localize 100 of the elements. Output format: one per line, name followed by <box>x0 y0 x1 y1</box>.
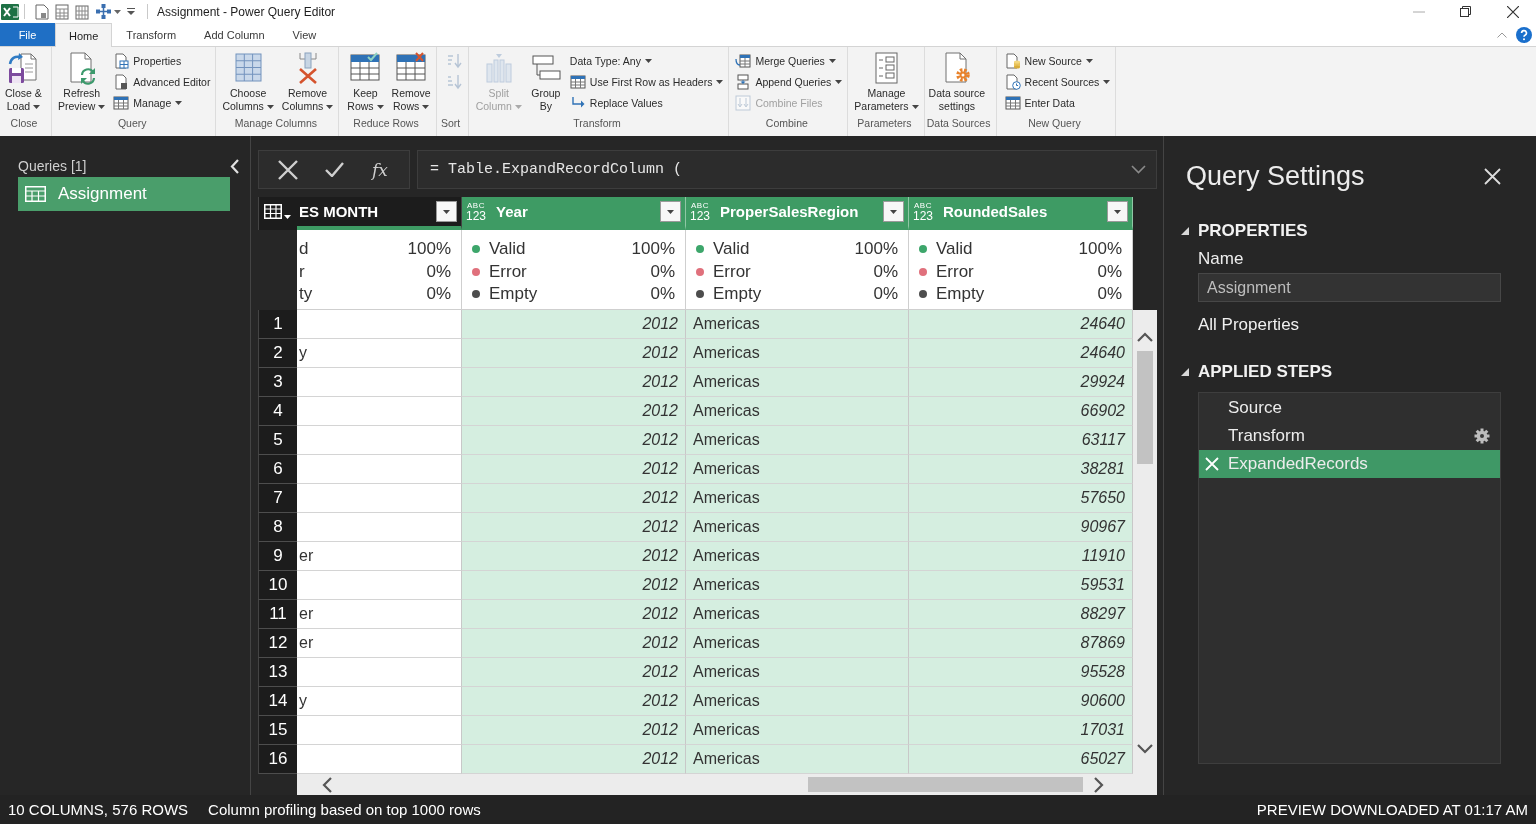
ribbon-button[interactable]: Keep Rows <box>345 50 386 113</box>
filter-button[interactable] <box>660 201 681 222</box>
expanded-triangle-icon[interactable] <box>1181 368 1189 376</box>
table-cell: 95528 <box>909 658 1133 687</box>
ribbon-button[interactable]: Recent Sources <box>1002 71 1113 92</box>
document-clock-icon <box>1004 73 1021 90</box>
table-cell: y <box>297 687 462 716</box>
ribbon-tab[interactable]: Home <box>55 23 113 47</box>
step-item[interactable]: Transform <box>1199 422 1500 450</box>
table-cell: 2012 <box>462 571 686 600</box>
ribbon-button[interactable]: Close & Load <box>3 50 44 113</box>
ribbon-button[interactable]: Data source settings <box>926 50 988 113</box>
ribbon-tab[interactable]: File <box>0 23 55 46</box>
ribbon-button[interactable]: Remove Rows <box>389 50 433 113</box>
scroll-right-icon[interactable] <box>1094 776 1104 793</box>
caret-icon <box>835 79 843 84</box>
table-cell: 2012 <box>462 745 686 774</box>
ribbon-button[interactable]: Advanced Editor <box>111 71 213 92</box>
row-number: 4 <box>258 397 297 426</box>
table-cell: Americas <box>686 368 909 397</box>
table-icon <box>569 73 586 90</box>
ribbon-button[interactable]: Properties <box>111 50 184 71</box>
ribbon-button[interactable]: Enter Data <box>1002 92 1077 113</box>
table-cell: 66902 <box>909 397 1133 426</box>
spreadsheet-logo-icon[interactable] <box>1 2 19 21</box>
ribbon-button[interactable]: Group By <box>527 50 564 113</box>
table-cell: Americas <box>686 687 909 716</box>
expand-chevron-icon[interactable] <box>1131 165 1146 174</box>
ribbon-button[interactable]: Use First Row as Headers <box>567 71 726 92</box>
ribbon-tab[interactable]: Transform <box>112 23 191 46</box>
cancel-icon[interactable] <box>278 159 299 180</box>
ribbon-tab[interactable]: View <box>278 23 331 46</box>
combine-files-icon <box>735 94 752 111</box>
caret-icon <box>890 209 897 214</box>
caret-icon <box>1103 79 1111 84</box>
table-cell: Americas <box>686 310 909 339</box>
restore-icon[interactable] <box>1460 6 1471 17</box>
ribbon-button[interactable]: Refresh Preview <box>56 50 108 113</box>
gear-icon[interactable] <box>1474 428 1490 444</box>
row-number: 12 <box>258 629 297 658</box>
caret-icon <box>326 104 334 109</box>
diagram-icon[interactable] <box>95 3 112 20</box>
table-cell: 90967 <box>909 513 1133 542</box>
ribbon-button[interactable]: Data Type: Any <box>567 50 654 71</box>
grid-document-icon[interactable] <box>75 3 89 20</box>
name-input[interactable]: Assignment <box>1198 273 1501 302</box>
row-number: 9 <box>258 542 297 571</box>
row-number: 14 <box>258 687 297 716</box>
column-header[interactable]: ES MONTH <box>297 197 462 230</box>
table-document-icon[interactable] <box>55 3 69 20</box>
expanded-triangle-icon[interactable] <box>1181 227 1189 235</box>
scroll-up-icon[interactable] <box>1137 332 1153 342</box>
ribbon-button[interactable]: Remove Columns <box>279 50 336 113</box>
filter-button[interactable] <box>1107 201 1128 222</box>
ribbon-tab[interactable]: Add Column <box>190 23 279 46</box>
all-properties-link[interactable]: All Properties <box>1198 314 1300 336</box>
insert-function-button[interactable]: fx <box>369 159 390 180</box>
quality-label: d <box>299 239 309 260</box>
quality-label: Empty <box>713 284 762 305</box>
customize-caret-icon[interactable] <box>127 8 135 15</box>
caret-icon <box>443 209 450 214</box>
row-number: 13 <box>258 658 297 687</box>
table-cell: 57650 <box>909 484 1133 513</box>
data-type-label: ABC 123 <box>466 201 487 222</box>
quality-label: Error <box>489 261 527 282</box>
scrollbar-thumb[interactable] <box>808 777 1083 792</box>
status-text: 10 COLUMNS, 576 ROWS <box>8 801 189 818</box>
scroll-down-icon[interactable] <box>1137 744 1153 754</box>
step-item[interactable]: Source <box>1199 394 1500 422</box>
scrollbar-thumb[interactable] <box>1137 351 1153 464</box>
row-number: 10 <box>258 571 297 600</box>
ribbon-button[interactable]: Manage <box>111 92 185 113</box>
table-menu-button[interactable] <box>264 204 291 219</box>
filter-button[interactable] <box>883 201 904 222</box>
delete-icon[interactable] <box>1205 457 1219 471</box>
document-icon[interactable] <box>35 3 49 20</box>
ribbon-button[interactable]: Append Queries <box>733 71 845 92</box>
collapse-chevron-icon[interactable] <box>230 158 239 174</box>
ribbon-button[interactable]: New Source <box>1002 50 1095 71</box>
table-cell: 2012 <box>462 600 686 629</box>
horizontal-scrollbar[interactable] <box>297 774 1157 795</box>
close-icon[interactable] <box>1506 5 1519 18</box>
table-cell: Americas <box>686 658 909 687</box>
group-label: New Query <box>1028 116 1081 131</box>
document-cylinder-icon <box>1004 52 1021 69</box>
table-icon <box>113 94 130 111</box>
check-icon[interactable] <box>324 162 344 177</box>
filter-button[interactable] <box>436 201 457 222</box>
ribbon-button[interactable]: Replace Values <box>567 92 665 113</box>
help-icon[interactable] <box>1516 26 1532 43</box>
collapse-ribbon-icon[interactable] <box>1497 31 1507 38</box>
scroll-left-icon[interactable] <box>322 776 332 793</box>
table-grid-icon <box>264 204 282 219</box>
ribbon-button[interactable]: Merge Queries <box>733 50 838 71</box>
formula-field[interactable]: = Table.ExpandRecordColumn ( <box>417 150 1157 189</box>
row-number: 3 <box>258 368 297 397</box>
table-cell: Americas <box>686 339 909 368</box>
vertical-scrollbar[interactable] <box>1133 310 1157 774</box>
ribbon-button[interactable]: Choose Columns <box>220 50 276 113</box>
ribbon-button[interactable]: Manage Parameters <box>852 50 921 113</box>
